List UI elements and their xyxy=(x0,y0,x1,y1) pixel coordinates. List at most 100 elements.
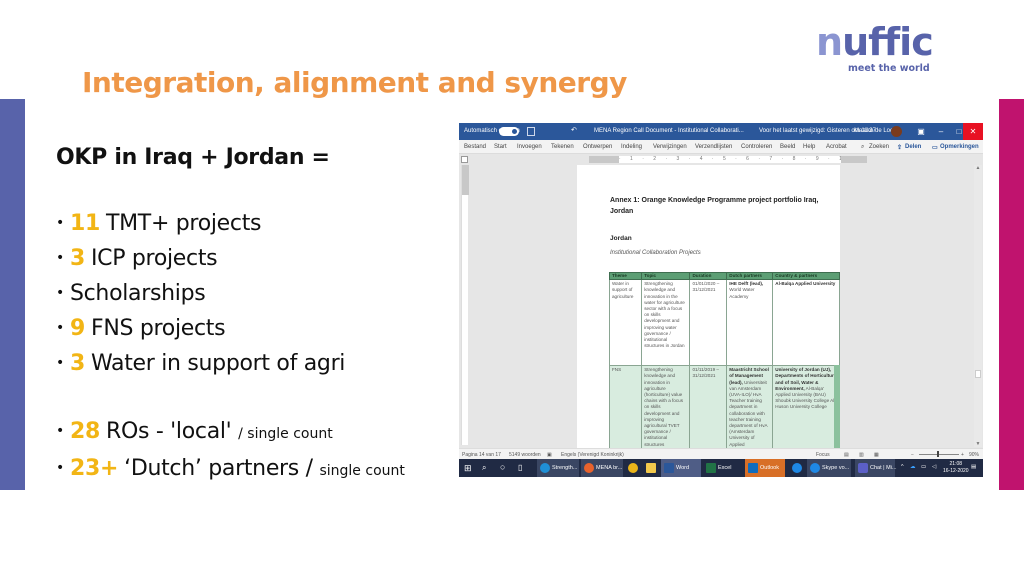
taskbar-app-label: Excel xyxy=(718,465,732,471)
tab-start[interactable]: Start xyxy=(494,144,507,150)
tab-controleren[interactable]: Controleren xyxy=(741,144,772,150)
focus-button[interactable]: Focus xyxy=(816,452,830,458)
taskbar-app[interactable] xyxy=(643,459,659,477)
taskbar-app[interactable]: MENA br... xyxy=(581,459,623,477)
read-mode-icon[interactable]: ▤ xyxy=(844,452,849,458)
comments-button[interactable]: Opmerkingen xyxy=(940,144,979,150)
share-icon[interactable]: ⇪ xyxy=(897,144,902,151)
dutch-others: World Water Academy xyxy=(729,287,755,299)
network-icon[interactable]: ▭ xyxy=(921,464,926,470)
annex-title: Annex 1: Orange Knowledge Programme proj… xyxy=(610,197,819,215)
web-layout-icon[interactable]: ▦ xyxy=(874,452,879,458)
bullet-item: • 3 Water in support of agri xyxy=(56,346,345,381)
taskbar-app[interactable]: Chat | Mi... xyxy=(855,459,897,477)
task-view-icon: ▯ xyxy=(518,463,523,472)
close-button[interactable]: ✕ xyxy=(963,123,983,140)
bullet-count: 11 xyxy=(69,211,100,236)
word-count[interactable]: 5149 woorden xyxy=(509,452,541,458)
tab-help[interactable]: Help xyxy=(803,144,815,150)
logo-rest: uffic xyxy=(842,20,934,64)
bullet-note: / single count xyxy=(238,426,333,442)
taskbar-app[interactable]: Word xyxy=(661,459,701,477)
skype-business-icon xyxy=(792,463,802,473)
task-view-button[interactable]: ▯ xyxy=(515,459,529,477)
ribbon-display-button[interactable]: ▣ xyxy=(911,123,931,140)
bullet-note: single count xyxy=(319,463,405,479)
zoom-slider-thumb[interactable] xyxy=(937,451,939,457)
search-button[interactable]: ⌕ xyxy=(479,459,493,477)
vertical-ruler-margin xyxy=(462,165,469,195)
tab-invoegen[interactable]: Invoegen xyxy=(517,144,542,150)
bullet-item: • 28 ROs - 'local' / single count xyxy=(56,414,405,451)
taskbar-app[interactable]: Skype vo... xyxy=(807,459,851,477)
zoom-level[interactable]: 90% xyxy=(969,452,979,458)
comment-icon[interactable]: ▭ xyxy=(932,144,938,151)
zoom-slider[interactable] xyxy=(919,454,959,455)
user-avatar[interactable] xyxy=(891,126,902,137)
edge-icon xyxy=(540,463,550,473)
taskbar-app-label: MENA br... xyxy=(596,465,623,471)
logo-tagline: meet the world xyxy=(848,63,930,74)
word-icon xyxy=(664,463,674,473)
share-button[interactable]: Delen xyxy=(905,144,921,150)
tray-overflow-icon[interactable]: ^ xyxy=(901,464,904,470)
tab-indeling[interactable]: Indeling xyxy=(621,144,642,150)
tab-tekenen[interactable]: Tekenen xyxy=(551,144,574,150)
notifications-icon[interactable]: ▤ xyxy=(971,464,976,470)
tab-beeld[interactable]: Beeld xyxy=(780,144,795,150)
cell-dutch-partners: IHE Delft (lead), World Water Academy xyxy=(726,279,774,367)
column-header: Country & partners xyxy=(772,271,840,281)
user-name[interactable]: Maaike de Loor xyxy=(854,128,895,134)
tab-verwijzingen[interactable]: Verwijzingen xyxy=(653,144,687,150)
page-count[interactable]: Pagina 14 van 17 xyxy=(462,452,501,458)
firefox-icon xyxy=(584,463,594,473)
tab-ontwerpen[interactable]: Ontwerpen xyxy=(583,144,612,150)
tab-verzendlijsten[interactable]: Verzendlijsten xyxy=(695,144,732,150)
zoom-in-button[interactable]: + xyxy=(961,452,964,458)
horizontal-ruler[interactable]: · 1 · 2 · 3 · 4 · 5 · 6 · 7 · 8 · 9 · 10… xyxy=(459,154,983,164)
document-page[interactable]: Annex 1: Orange Knowledge Programme proj… xyxy=(577,165,840,450)
tab-bestand[interactable]: Bestand xyxy=(464,144,486,150)
vertical-scrollbar[interactable]: ▲ ▼ xyxy=(974,165,982,447)
cell-duration: 01/01/2020 – 31/12/2021 xyxy=(689,279,728,367)
scroll-up-icon[interactable]: ▲ xyxy=(974,165,982,171)
autosave-toggle[interactable] xyxy=(499,127,519,136)
bullet-count: 3 xyxy=(69,246,85,271)
taskbar-app[interactable] xyxy=(625,459,641,477)
taskbar-app[interactable] xyxy=(789,459,805,477)
minimize-button[interactable]: – xyxy=(931,123,951,140)
cortana-button[interactable]: ○ xyxy=(497,459,511,477)
cell-theme: FNS xyxy=(608,365,643,450)
bullet-dot: • xyxy=(56,460,64,476)
taskbar-app[interactable]: Excel xyxy=(703,459,737,477)
doc-title: MENA Region Call Document - Institutiona… xyxy=(594,128,744,134)
volume-icon[interactable]: ◁ xyxy=(932,464,936,470)
undo-icon[interactable]: ↶ xyxy=(571,126,577,134)
vertical-ruler[interactable] xyxy=(461,165,469,445)
tab-acrobat[interactable]: Acrobat xyxy=(826,144,847,150)
taskbar-clock[interactable]: 21:08 16-12-2020 xyxy=(943,461,969,475)
print-layout-icon[interactable]: ▥ xyxy=(859,452,864,458)
bullet-text: Scholarships xyxy=(69,281,206,306)
scroll-down-icon[interactable]: ▼ xyxy=(974,441,982,447)
windows-icon: ⊞ xyxy=(464,463,472,473)
save-icon[interactable] xyxy=(527,127,535,136)
search-box[interactable]: Zoeken xyxy=(869,144,889,150)
taskbar-app[interactable]: Strength... xyxy=(537,459,579,477)
tab-selector[interactable] xyxy=(461,156,468,163)
zoom-out-button[interactable]: − xyxy=(911,452,914,458)
proofing-icon[interactable]: ▣ xyxy=(547,452,552,458)
taskbar-app[interactable]: Outlook xyxy=(745,459,785,477)
taskbar-app-label: Skype vo... xyxy=(822,465,850,471)
taskbar-app-label: Strength... xyxy=(552,465,578,471)
bullet-text: TMT+ projects xyxy=(105,211,262,236)
start-button[interactable]: ⊞ xyxy=(461,459,475,477)
language[interactable]: Engels (Verenigd Koninkrijk) xyxy=(561,452,624,458)
scrollbar-thumb[interactable] xyxy=(975,370,981,378)
logo-wordmark: nuffic xyxy=(816,20,934,64)
search-icon[interactable]: ⌕ xyxy=(861,144,864,151)
table-row: FNS Strengthening knowledge and innovati… xyxy=(608,365,840,450)
onedrive-icon[interactable]: ☁ xyxy=(910,464,916,470)
outlook-icon xyxy=(748,463,758,473)
table-row: Water in support of agriculture Strength… xyxy=(608,279,840,367)
